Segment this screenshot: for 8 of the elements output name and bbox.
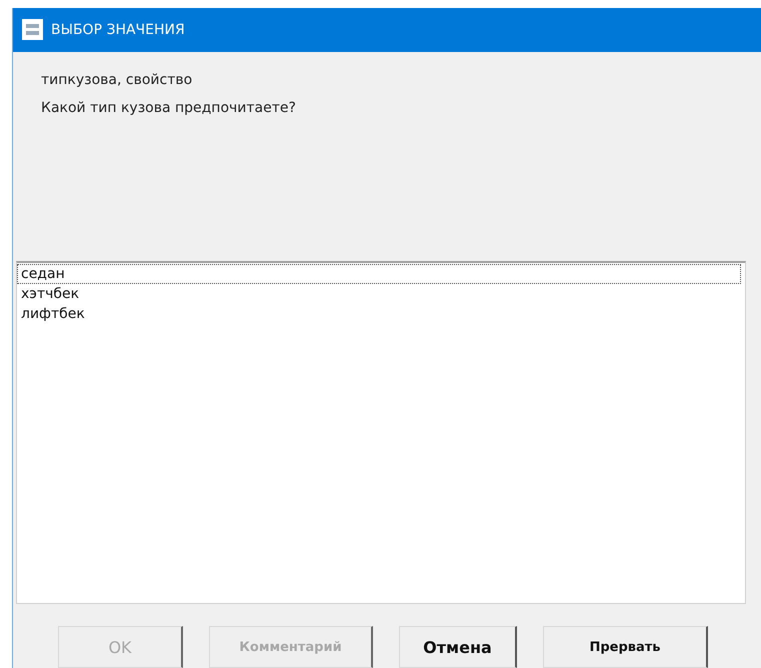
question-text: Какой тип кузова предпочитаете? xyxy=(41,100,297,116)
property-label: типкузова, свойство xyxy=(41,72,194,88)
list-item[interactable]: лифтбек xyxy=(17,304,741,324)
list-item[interactable]: хэтчбек xyxy=(17,284,741,304)
dialog-button[interactable]: Отмена xyxy=(399,626,517,668)
window-title: ВЫБОР ЗНАЧЕНИЯ xyxy=(51,22,185,38)
dialog-button[interactable]: Прервать xyxy=(543,626,708,668)
list-item[interactable]: седан xyxy=(17,264,741,284)
